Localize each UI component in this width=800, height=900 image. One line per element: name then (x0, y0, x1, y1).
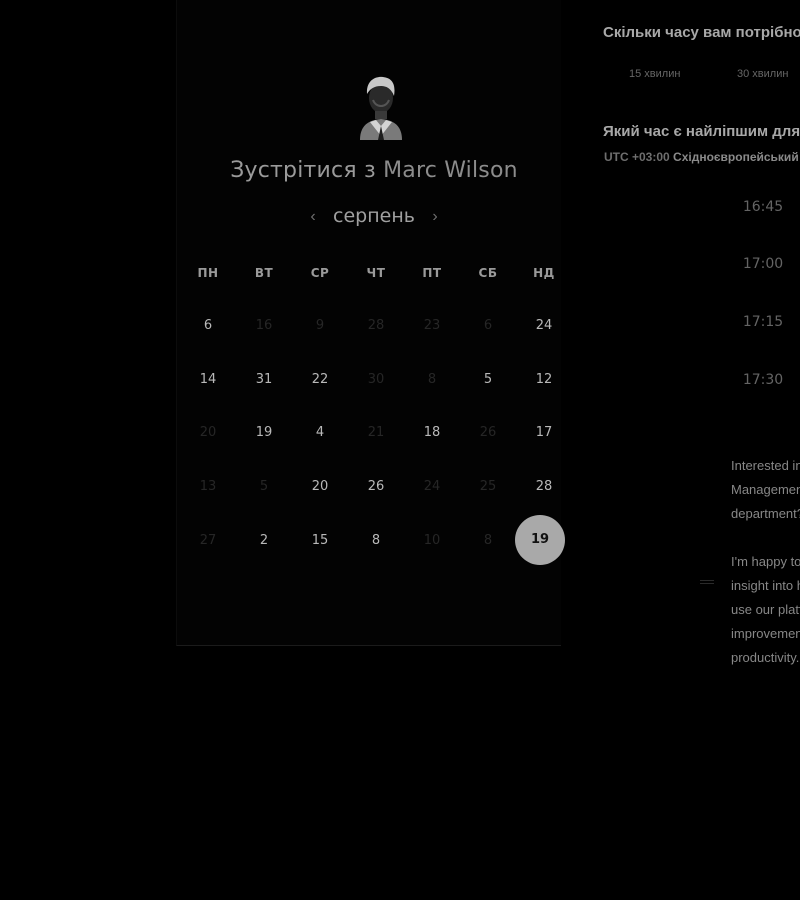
calendar-day: 20 (199, 425, 217, 440)
calendar-day: 28 (367, 318, 385, 333)
calendar-day: 6 (483, 318, 493, 333)
calendar-day: 10 (423, 533, 441, 548)
timezone-label[interactable]: UTC +03:00 Східноєвропейський час (604, 150, 800, 164)
timezone-offset: UTC +03:00 (604, 150, 670, 164)
calendar-day[interactable]: 17 (516, 423, 572, 443)
menu-lines-icon (700, 580, 714, 586)
calendar-day[interactable]: 8 (348, 531, 404, 551)
time-question: Який час є найліпшим для вас? (603, 123, 800, 140)
calendar-day: 24 (423, 479, 441, 494)
month-navigation: ‹ серпень › (300, 205, 450, 233)
calendar-day[interactable]: 4 (292, 423, 348, 443)
calendar-day: 23 (423, 318, 441, 333)
duration-option-15[interactable]: 15 хвилин (629, 68, 680, 80)
chevron-left-icon[interactable]: ‹ (305, 207, 321, 227)
calendar-day[interactable]: 24 (516, 316, 572, 336)
description-line: I'm happy to give you an (731, 554, 800, 569)
description-line: productivity. (731, 650, 800, 665)
time-slot[interactable]: 17:15 (730, 314, 796, 330)
description-line: improvements in (731, 626, 800, 641)
duration-option-30[interactable]: 30 хвилин (737, 68, 788, 80)
weekday-fri: ПТ (422, 266, 442, 280)
chevron-right-icon[interactable]: › (427, 207, 443, 227)
weekday-tue: ВТ (254, 266, 274, 280)
calendar-day-selected[interactable]: 19 (515, 515, 565, 565)
weekday-mon: ПН (197, 266, 219, 280)
calendar-day[interactable]: 26 (348, 477, 404, 497)
calendar-day[interactable]: 5 (460, 370, 516, 390)
description-line: department? (731, 506, 800, 521)
calendar-day[interactable]: 14 (180, 370, 236, 390)
calendar-day: 30 (367, 372, 385, 387)
calendar-day: 16 (255, 318, 273, 333)
weekday-sun: НД (533, 266, 555, 280)
time-slot[interactable]: 17:00 (730, 256, 796, 272)
calendar-day[interactable]: 15 (292, 531, 348, 551)
timezone-name: Східноєвропейський час (673, 150, 800, 164)
month-label: серпень (333, 205, 415, 227)
calendar-day[interactable]: 2 (236, 531, 292, 551)
calendar-day: 26 (479, 425, 497, 440)
weekday-thu: ЧТ (366, 266, 386, 280)
weekday-wed: СР (310, 266, 330, 280)
page-title: Зустрітися з Marc Wilson (176, 158, 572, 183)
calendar-day: 9 (315, 318, 325, 333)
calendar-day: 27 (199, 533, 217, 548)
calendar-day: 13 (199, 479, 217, 494)
host-name: Marc Wilson (383, 158, 518, 183)
title-prefix: Зустрітися з (230, 158, 376, 183)
description-line: Interested in Time (731, 458, 800, 473)
calendar-day[interactable]: 12 (516, 370, 572, 390)
calendar-day[interactable]: 19 (236, 423, 292, 443)
time-slot[interactable]: 17:30 (730, 372, 796, 388)
scheduling-page: Зустрітися з Marc Wilson ‹ серпень › ПН … (0, 0, 800, 900)
host-avatar (360, 76, 402, 140)
description-line: insight into how you can (731, 578, 800, 593)
calendar-day[interactable]: 6 (180, 316, 236, 336)
description-line: use our platform for (731, 602, 800, 617)
calendar-day: 21 (367, 425, 385, 440)
calendar-day[interactable]: 22 (292, 370, 348, 390)
weekday-sat: СБ (478, 266, 498, 280)
calendar-day: 8 (483, 533, 493, 548)
calendar-day[interactable]: 28 (516, 477, 572, 497)
description-text: I'm happy to give you an insight into ho… (731, 550, 800, 670)
calendar-day[interactable]: 31 (236, 370, 292, 390)
description-text: Interested in Time Management for your d… (731, 454, 800, 526)
time-slot[interactable]: 16:45 (730, 199, 796, 215)
calendar-day: 8 (427, 372, 437, 387)
calendar-day[interactable]: 18 (404, 423, 460, 443)
calendar-day: 25 (479, 479, 497, 494)
duration-question: Скільки часу вам потрібно? (603, 24, 800, 41)
calendar-day[interactable]: 20 (292, 477, 348, 497)
description-line: Management for your (731, 482, 800, 497)
calendar-day: 5 (259, 479, 269, 494)
